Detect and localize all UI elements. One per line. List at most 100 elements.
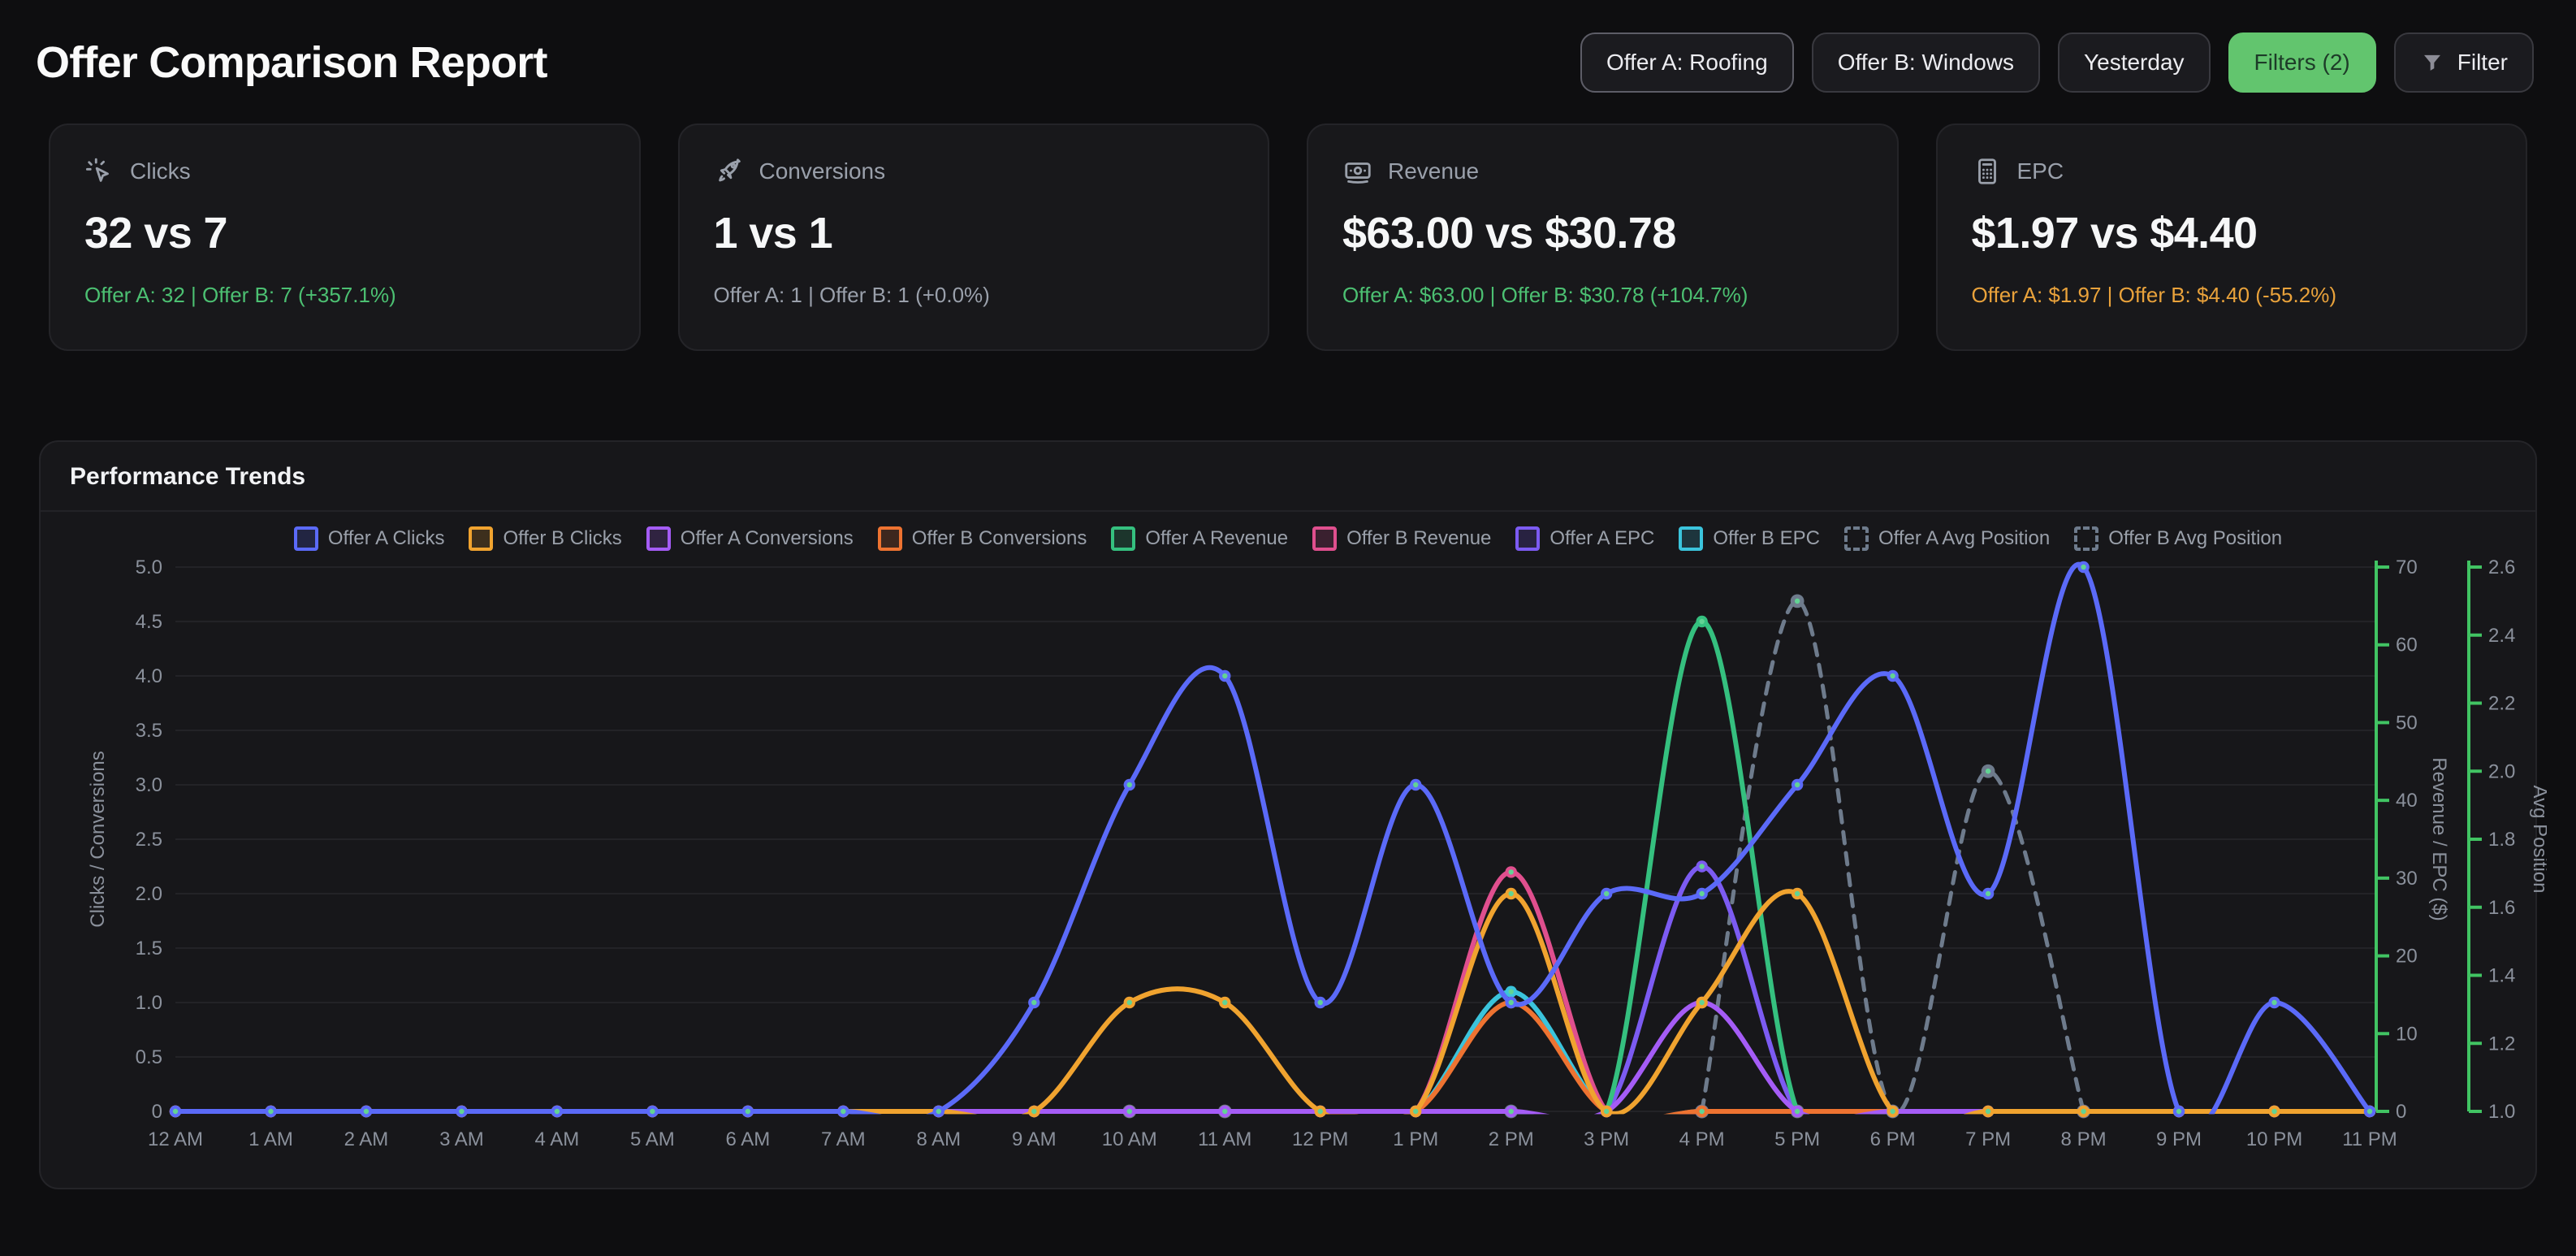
svg-text:2.0: 2.0 — [136, 883, 162, 905]
legend-item-offer-a-clicks[interactable]: Offer A Clicks — [294, 526, 445, 551]
series-offer-a-epc — [170, 860, 2375, 1129]
svg-text:2.0: 2.0 — [2488, 760, 2515, 782]
svg-text:0.5: 0.5 — [136, 1046, 162, 1068]
offer-b-windows-button[interactable]: Offer B: Windows — [1812, 32, 2040, 93]
left-axis: 00.51.01.52.02.53.03.54.04.55.0Clicks / … — [87, 557, 162, 1123]
card-comparison: Offer A: 32 | Offer B: 7 (+357.1%) — [84, 283, 605, 308]
svg-text:Revenue / EPC ($): Revenue / EPC ($) — [2428, 757, 2450, 920]
button-label: Filter — [2457, 50, 2508, 76]
legend-swatch — [646, 526, 671, 551]
svg-text:7 AM: 7 AM — [821, 1128, 866, 1150]
card-comparison: Offer A: $63.00 | Offer B: $30.78 (+104.… — [1342, 283, 1863, 308]
card-value: $63.00 vs $30.78 — [1342, 208, 1863, 258]
svg-text:2.5: 2.5 — [136, 829, 162, 851]
svg-text:2.6: 2.6 — [2488, 557, 2515, 578]
legend-label: Offer A Clicks — [328, 527, 445, 550]
offer-comparison-dashboard: Offer Comparison Report Offer A: Roofing… — [0, 0, 2576, 1256]
svg-text:6 PM: 6 PM — [1870, 1128, 1916, 1150]
card-label: Conversions — [759, 158, 886, 184]
legend-label: Offer A Revenue — [1145, 527, 1288, 550]
svg-text:2 PM: 2 PM — [1489, 1128, 1534, 1150]
legend-item-offer-a-revenue[interactable]: Offer A Revenue — [1111, 526, 1288, 551]
svg-text:40: 40 — [2396, 790, 2418, 812]
svg-text:4 PM: 4 PM — [1679, 1128, 1725, 1150]
svg-text:4.5: 4.5 — [136, 611, 162, 633]
card-header: Clicks — [84, 156, 605, 187]
card-value: 32 vs 7 — [84, 208, 605, 258]
svg-text:12 AM: 12 AM — [148, 1128, 203, 1150]
button-label: Filters (2) — [2254, 50, 2350, 76]
chart-area: 00.51.01.52.02.53.03.54.04.55.0Clicks / … — [41, 557, 2535, 1185]
card-value: 1 vs 1 — [714, 208, 1234, 258]
legend-swatch — [1312, 526, 1337, 551]
performance-trends-chart: 00.51.01.52.02.53.03.54.04.55.0Clicks / … — [78, 557, 2547, 1178]
panel-title: Performance Trends — [41, 442, 2535, 510]
svg-text:1.4: 1.4 — [2488, 965, 2515, 987]
button-label: Offer A: Roofing — [1606, 50, 1768, 76]
legend-item-offer-a-avg-position[interactable]: Offer A Avg Position — [1844, 526, 2050, 551]
legend-item-offer-b-avg-position[interactable]: Offer B Avg Position — [2074, 526, 2282, 551]
svg-text:0: 0 — [2396, 1101, 2406, 1123]
right-axis-avg-position: 1.01.21.41.61.82.02.22.42.6 — [2469, 557, 2515, 1123]
card-header: EPC — [1972, 156, 2492, 187]
legend-label: Offer B EPC — [1713, 527, 1820, 550]
svg-text:60: 60 — [2396, 634, 2418, 656]
x-axis: 12 AM1 AM2 AM3 AM4 AM5 AM6 AM7 AM8 AM9 A… — [148, 1128, 2397, 1150]
legend-label: Offer A EPC — [1549, 527, 1654, 550]
svg-text:2 AM: 2 AM — [344, 1128, 389, 1150]
legend-label: Offer B Clicks — [503, 527, 621, 550]
svg-text:8 AM: 8 AM — [916, 1128, 961, 1150]
legend-swatch — [1844, 526, 1869, 551]
svg-text:1.8: 1.8 — [2488, 829, 2515, 851]
svg-text:Clicks / Conversions: Clicks / Conversions — [87, 751, 109, 927]
svg-text:1 PM: 1 PM — [1393, 1128, 1438, 1150]
header-buttons: Offer A: Roofing Offer B: Windows Yesterda… — [1580, 32, 2534, 93]
legend-swatch — [878, 526, 902, 551]
top-bar: Offer Comparison Report Offer A: Roofing… — [0, 0, 2576, 93]
cursor-click-icon — [84, 156, 115, 187]
svg-text:1.5: 1.5 — [136, 938, 162, 959]
legend-item-offer-a-epc[interactable]: Offer A EPC — [1515, 526, 1654, 551]
calculator-icon — [1972, 156, 2003, 187]
svg-text:1.6: 1.6 — [2488, 897, 2515, 919]
legend-label: Offer A Avg Position — [1878, 527, 2050, 550]
filter-button[interactable]: Filter — [2394, 32, 2534, 93]
button-label: Yesterday — [2084, 50, 2185, 76]
svg-text:8 PM: 8 PM — [2061, 1128, 2107, 1150]
svg-text:12 PM: 12 PM — [1292, 1128, 1348, 1150]
legend-item-offer-b-epc[interactable]: Offer B EPC — [1679, 526, 1820, 551]
svg-text:5 PM: 5 PM — [1774, 1128, 1820, 1150]
rocket-icon — [714, 156, 745, 187]
card-value: $1.97 vs $4.40 — [1972, 208, 2492, 258]
filters-2-button[interactable]: Filters (2) — [2228, 32, 2376, 93]
svg-text:9 PM: 9 PM — [2156, 1128, 2202, 1150]
legend-label: Offer A Conversions — [681, 527, 854, 550]
legend-swatch — [469, 526, 493, 551]
svg-text:10 AM: 10 AM — [1102, 1128, 1157, 1150]
yesterday-button[interactable]: Yesterday — [2058, 32, 2211, 93]
offer-a-roofing-button[interactable]: Offer A: Roofing — [1580, 32, 1794, 93]
svg-text:4 AM: 4 AM — [535, 1128, 580, 1150]
panel-divider — [41, 510, 2535, 512]
legend-label: Offer B Avg Position — [2108, 527, 2282, 550]
svg-text:5 AM: 5 AM — [630, 1128, 675, 1150]
svg-text:3 PM: 3 PM — [1584, 1128, 1629, 1150]
metric-cards-row: Clicks 32 vs 7 Offer A: 32 | Offer B: 7 (+… — [49, 123, 2527, 351]
legend-swatch — [2074, 526, 2098, 551]
svg-text:5.0: 5.0 — [136, 557, 162, 578]
svg-text:20: 20 — [2396, 946, 2418, 968]
metric-card-epc: EPC $1.97 vs $4.40 Offer A: $1.97 | Offer … — [1936, 123, 2528, 351]
svg-text:10: 10 — [2396, 1023, 2418, 1045]
svg-text:Avg Position: Avg Position — [2529, 786, 2547, 894]
legend-item-offer-a-conversions[interactable]: Offer A Conversions — [646, 526, 854, 551]
page-title: Offer Comparison Report — [36, 37, 547, 88]
legend-item-offer-b-clicks[interactable]: Offer B Clicks — [469, 526, 621, 551]
legend-item-offer-b-revenue[interactable]: Offer B Revenue — [1312, 526, 1491, 551]
svg-text:70: 70 — [2396, 557, 2418, 578]
legend-item-offer-b-conversions[interactable]: Offer B Conversions — [878, 526, 1087, 551]
svg-text:7 PM: 7 PM — [1965, 1128, 2011, 1150]
svg-text:1 AM: 1 AM — [249, 1128, 293, 1150]
svg-text:2.2: 2.2 — [2488, 693, 2515, 715]
card-comparison: Offer A: $1.97 | Offer B: $4.40 (-55.2%) — [1972, 283, 2492, 308]
svg-text:30: 30 — [2396, 868, 2418, 890]
